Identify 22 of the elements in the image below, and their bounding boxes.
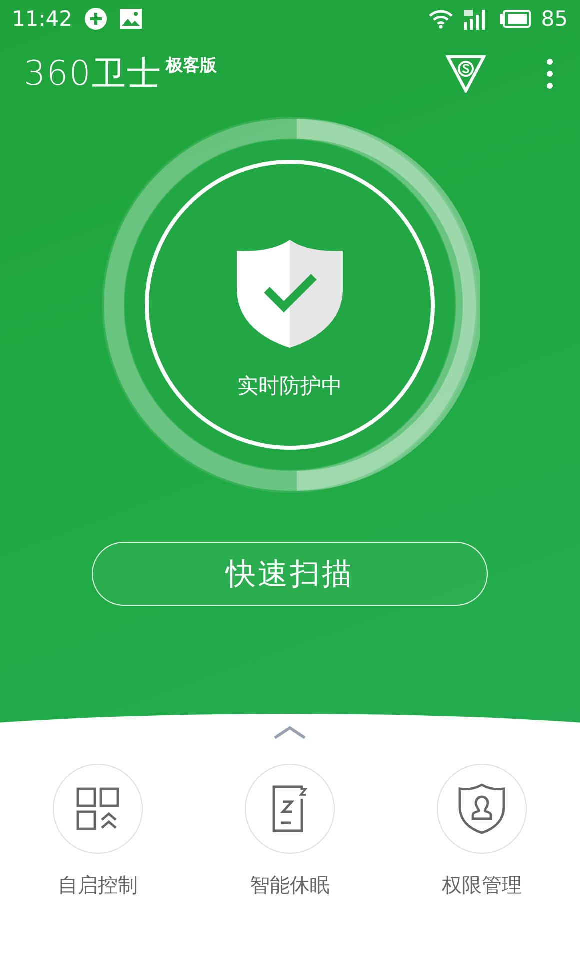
- shield-check-icon: [237, 240, 343, 348]
- edition-label: 极客版: [166, 55, 217, 77]
- tool-item[interactable]: 权限管理: [392, 764, 572, 899]
- more-menu-icon[interactable]: [546, 58, 554, 90]
- wifi-icon: [429, 9, 454, 29]
- tool-label: 智能休眠: [250, 872, 330, 899]
- shield-badge-icon[interactable]: [446, 55, 486, 93]
- app-logo: 360卫士: [24, 53, 162, 96]
- tool-item[interactable]: 智能休眠: [200, 764, 380, 899]
- quick-scan-button[interactable]: 快速扫描: [92, 542, 488, 606]
- tool-item[interactable]: 自启控制: [8, 764, 188, 899]
- grid-icon: [76, 787, 120, 831]
- tool-label: 权限管理: [442, 872, 522, 899]
- battery-icon: [499, 10, 532, 28]
- chevron-up-icon[interactable]: [273, 726, 307, 740]
- status-time: 11:42: [12, 7, 73, 31]
- shield-user-icon: [457, 783, 507, 835]
- phone-sleep-icon: [272, 785, 308, 833]
- protection-status: 实时防护中: [238, 373, 342, 400]
- battery-level: 85: [541, 7, 568, 31]
- image-icon: [118, 8, 143, 30]
- tool-label: 自启控制: [58, 872, 138, 899]
